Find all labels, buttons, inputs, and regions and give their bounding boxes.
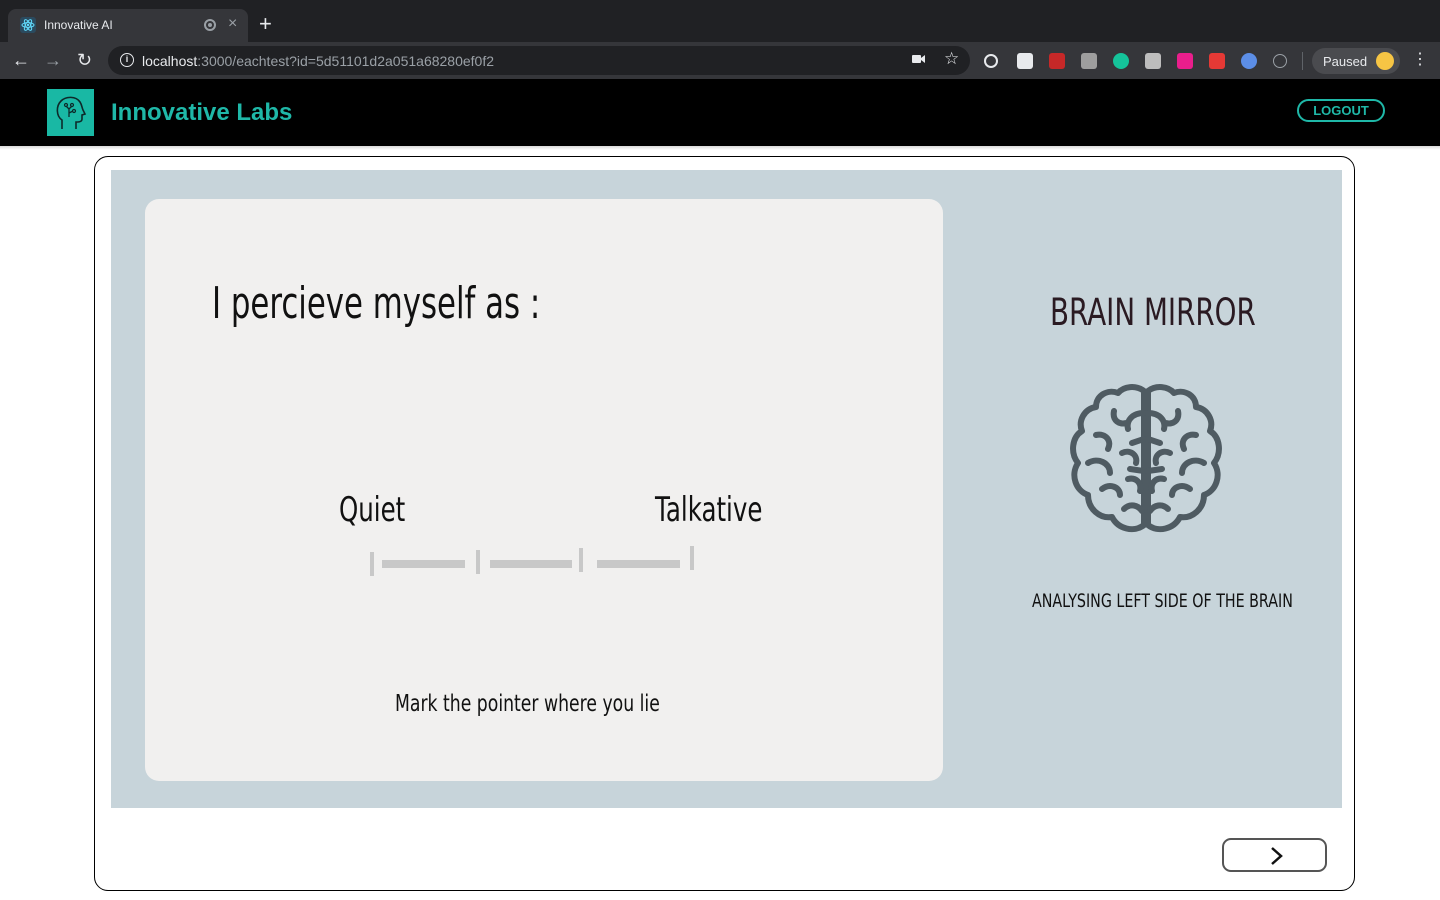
- extension-chart-icon[interactable]: [1049, 53, 1065, 69]
- browser-tab[interactable]: Innovative AI ×: [8, 9, 248, 42]
- head-circuit-icon: [56, 96, 87, 129]
- url-host: localhost: [142, 53, 198, 69]
- brand-name[interactable]: Innovative Labs: [111, 99, 292, 127]
- tab-close-icon[interactable]: ×: [228, 15, 237, 33]
- extension-1b-icon[interactable]: [1017, 53, 1033, 69]
- browser-menu-icon[interactable]: ⋮: [1412, 50, 1428, 70]
- scale-tick[interactable]: [690, 546, 694, 570]
- scale-right-label: Talkative: [655, 490, 763, 530]
- scale-tick[interactable]: [370, 552, 374, 576]
- extension-sync-icon[interactable]: [984, 54, 998, 68]
- tab-title: Innovative AI: [44, 18, 113, 32]
- profile-status: Paused: [1323, 54, 1368, 69]
- browser-toolbar: ← → ↻ i localhost:3000/eachtest?id=5d511…: [0, 42, 1440, 79]
- scale-left-label: Quiet: [339, 490, 406, 530]
- next-button[interactable]: [1222, 838, 1327, 872]
- scale-segment[interactable]: [490, 560, 572, 568]
- scale-tick[interactable]: [476, 550, 480, 574]
- extension-lock-icon[interactable]: [1145, 53, 1161, 69]
- logout-button[interactable]: LOGOUT: [1297, 99, 1385, 122]
- media-recording-icon: [204, 19, 216, 31]
- address-bar[interactable]: i localhost:3000/eachtest?id=5d51101d2a0…: [108, 46, 970, 75]
- new-tab-button[interactable]: +: [259, 13, 272, 35]
- browser-tabstrip: Innovative AI × +: [0, 0, 1440, 42]
- chevron-right-icon: [1271, 847, 1283, 865]
- app-header: Innovative Labs LOGOUT: [0, 79, 1440, 146]
- question-prompt: I percieve myself as :: [212, 278, 541, 329]
- analysis-caption: ANALYSING LEFT SIDE OF THE BRAIN: [1032, 590, 1293, 612]
- brain-icon: [1070, 384, 1222, 533]
- profile-button[interactable]: Paused: [1312, 48, 1400, 74]
- grammarly-icon[interactable]: [1113, 53, 1129, 69]
- profile-avatar: [1376, 52, 1394, 70]
- url-text: localhost:3000/eachtest?id=5d51101d2a051…: [142, 53, 494, 69]
- toolbar-divider: [1302, 52, 1303, 70]
- extension-es-icon[interactable]: [1081, 53, 1097, 69]
- bookmark-star-icon[interactable]: ☆: [944, 49, 959, 69]
- instruction-text: Mark the pointer where you lie: [395, 691, 660, 717]
- scale-segment[interactable]: [597, 560, 680, 568]
- extension-clock-icon[interactable]: [1273, 54, 1287, 68]
- extension-puzzle-icon[interactable]: [1209, 53, 1225, 69]
- site-info-icon[interactable]: i: [120, 53, 134, 67]
- back-icon[interactable]: ←: [12, 50, 30, 70]
- reload-icon[interactable]: ↻: [77, 50, 92, 70]
- react-favicon-icon: [20, 17, 36, 33]
- forward-icon[interactable]: →: [44, 50, 62, 70]
- section-title: BRAIN MIRROR: [1050, 291, 1256, 334]
- extension-drop-icon[interactable]: [1241, 53, 1257, 69]
- url-path: :3000/eachtest?id=5d51101d2a051a68280ef0…: [197, 53, 495, 69]
- scale-tick[interactable]: [579, 548, 583, 572]
- camera-icon[interactable]: [912, 52, 926, 68]
- pointer-scale-slider[interactable]: [370, 546, 696, 576]
- logo[interactable]: [47, 89, 94, 136]
- extension-w-icon[interactable]: [1177, 53, 1193, 69]
- header-shadow: [0, 146, 1440, 150]
- scale-segment[interactable]: [382, 560, 465, 568]
